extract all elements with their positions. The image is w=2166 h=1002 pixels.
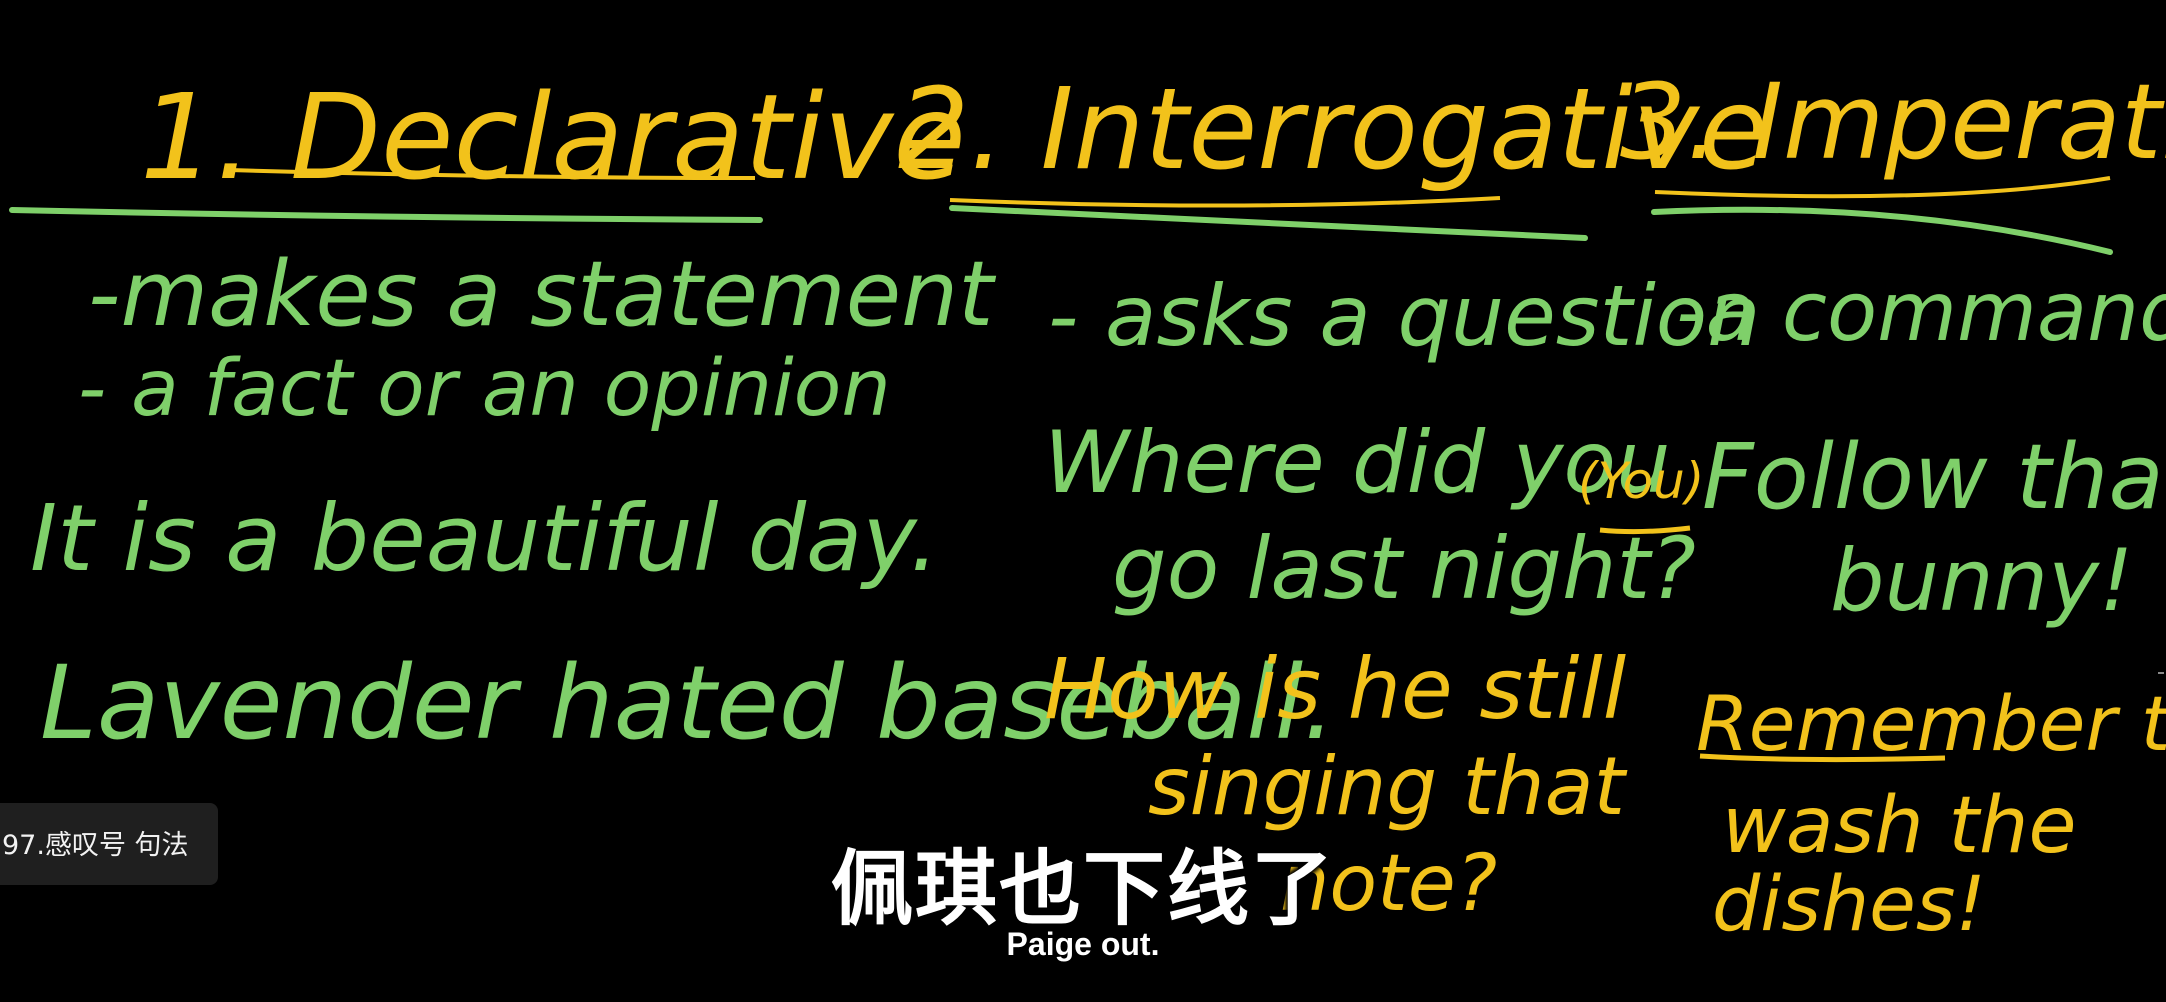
example-go-last-night: go last night? (1112, 519, 1696, 619)
heading-declarative: 1. Declarative (140, 68, 966, 206)
divider-imperative (1651, 206, 2113, 255)
edge-tick-mark (2158, 672, 2164, 674)
heading-interrogative-underline (949, 196, 1501, 208)
divider-declarative (9, 207, 763, 223)
bullet-fact-opinion: - a fact or an opinion (78, 344, 891, 434)
bullet-makes-statement: -makes a statement (88, 242, 997, 347)
example-follow-that: Follow that (1702, 425, 2166, 530)
example-how-is-he: How is he still (1044, 640, 1626, 738)
video-frame[interactable]: 1. Declarative -makes a statement - a fa… (0, 0, 2166, 1002)
heading-imperative: 3. Imperative (1620, 61, 2166, 183)
example-where-did-you: Where did you (1044, 413, 1670, 513)
example-beautiful-day: It is a beautiful day. (30, 485, 939, 592)
example-remember-to: Remember to (1696, 679, 2166, 768)
subtitle-secondary: Paige out. (1006, 926, 1160, 962)
example-bunny: bunny! (1830, 531, 2133, 631)
bullet-asks-question: - asks a question (1048, 267, 1760, 365)
divider-interrogative (949, 205, 1588, 241)
implied-subject-you: (You) (1578, 452, 1704, 510)
example-singing-that: singing that (1148, 740, 1628, 833)
bullet-a-command: -a command! (1676, 265, 2166, 360)
subtitle-primary: 佩琪也下线了 (830, 842, 1335, 937)
